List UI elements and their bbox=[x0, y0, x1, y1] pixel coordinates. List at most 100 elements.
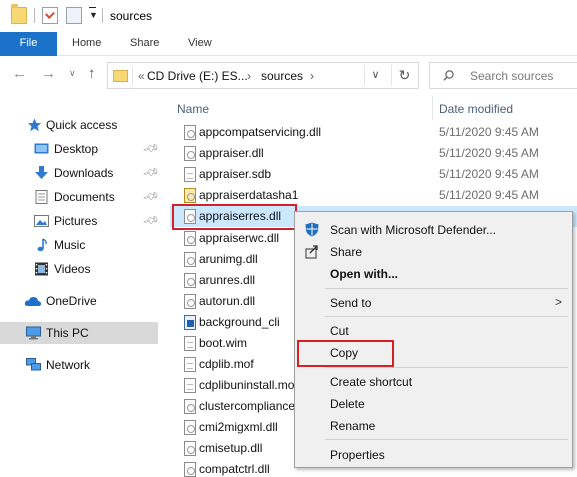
menu-separator bbox=[325, 316, 568, 317]
nav-item-label: Documents bbox=[54, 190, 115, 204]
dll-file-icon bbox=[184, 441, 196, 456]
forward-arrow-icon[interactable]: → bbox=[41, 65, 56, 82]
pin-icon[interactable]: 📌︎ bbox=[142, 187, 161, 205]
menu-item-rename[interactable]: Rename bbox=[297, 415, 570, 436]
file-date: 5/11/2020 9:45 AM bbox=[439, 125, 539, 139]
breadcrumb-separator-icon[interactable]: › bbox=[247, 69, 251, 83]
file-name: appraiser.dll bbox=[199, 146, 264, 160]
menu-item-open-with[interactable]: Open with... bbox=[297, 263, 570, 284]
menu-item-share[interactable]: Share bbox=[297, 241, 570, 262]
menu-item-copy[interactable]: Copy bbox=[297, 342, 570, 363]
menu-item-send-to[interactable]: Send to > bbox=[297, 292, 570, 313]
dll-file-icon bbox=[184, 399, 196, 414]
ribbon-tabs: File Home Share View bbox=[0, 32, 577, 56]
dll-file-icon bbox=[184, 273, 196, 288]
file-name: appcompatservicing.dll bbox=[199, 125, 322, 139]
window-title: sources bbox=[110, 9, 153, 23]
menu-item-scan-defender[interactable]: Scan with Microsoft Defender... bbox=[297, 219, 570, 240]
image-file-icon bbox=[184, 315, 196, 330]
file-icon bbox=[184, 357, 196, 372]
nav-item-this-pc[interactable]: This PC bbox=[0, 322, 158, 344]
recent-locations-chevron-down-icon[interactable]: ∨ bbox=[69, 68, 76, 79]
file-name: cdplib.mof bbox=[199, 357, 254, 371]
dll-file-icon bbox=[184, 420, 196, 435]
column-name[interactable]: Name bbox=[177, 102, 209, 116]
menu-item-label: Copy bbox=[330, 346, 359, 360]
file-row[interactable]: appraiserdatasha1 5/11/2020 9:45 AM bbox=[170, 185, 577, 206]
nav-item-onedrive[interactable]: OneDrive bbox=[0, 290, 158, 312]
dll-file-icon bbox=[184, 252, 196, 267]
nav-item-label: Music bbox=[54, 238, 86, 252]
documents-icon bbox=[35, 190, 48, 204]
search-icon bbox=[443, 70, 454, 81]
address-history-chevron-down-icon[interactable]: ∨ bbox=[364, 65, 386, 86]
nav-item-pictures[interactable]: Pictures 📌︎ bbox=[0, 210, 161, 232]
file-date: 5/11/2020 9:45 AM bbox=[439, 188, 539, 202]
nav-item-music[interactable]: Music bbox=[0, 234, 158, 256]
menu-separator bbox=[325, 288, 568, 289]
breadcrumb-sources[interactable]: sources bbox=[261, 69, 303, 83]
nav-item-documents[interactable]: Documents 📌︎ bbox=[0, 186, 161, 208]
network-icon bbox=[26, 358, 41, 371]
nav-item-quick-access[interactable]: Quick access bbox=[0, 114, 158, 136]
pin-icon[interactable]: 📌︎ bbox=[142, 139, 161, 157]
title-bar: ▼ sources bbox=[0, 0, 577, 32]
breadcrumb-drive[interactable]: CD Drive (E:) ES... bbox=[147, 69, 248, 83]
nav-item-label: Downloads bbox=[54, 166, 114, 180]
tab-share[interactable]: Share bbox=[130, 32, 159, 56]
address-bar[interactable]: « CD Drive (E:) ES... › sources › ∨ ↻ bbox=[107, 62, 419, 89]
new-folder-icon[interactable] bbox=[66, 7, 82, 24]
folder-icon bbox=[113, 70, 128, 82]
nav-item-desktop[interactable]: Desktop 📌︎ bbox=[0, 138, 161, 160]
menu-item-properties[interactable]: Properties bbox=[297, 444, 570, 465]
tab-view[interactable]: View bbox=[188, 32, 212, 56]
nav-item-label: This PC bbox=[46, 326, 89, 340]
nav-item-network[interactable]: Network bbox=[0, 354, 158, 376]
desktop-icon bbox=[34, 143, 49, 154]
back-arrow-icon[interactable]: ← bbox=[12, 65, 27, 82]
defender-shield-icon bbox=[305, 222, 319, 237]
nav-item-label: Pictures bbox=[54, 214, 98, 228]
dll-file-icon bbox=[184, 125, 196, 140]
setup-file-icon bbox=[184, 188, 196, 203]
file-name: appraiser.sdb bbox=[199, 167, 272, 181]
column-divider[interactable] bbox=[432, 96, 433, 120]
search-input[interactable]: Search sources bbox=[470, 69, 553, 83]
dll-file-icon bbox=[184, 294, 196, 309]
folder-icon[interactable] bbox=[11, 4, 27, 24]
menu-item-label: Cut bbox=[330, 324, 349, 338]
menu-item-label: Open with... bbox=[330, 267, 398, 281]
nav-item-videos[interactable]: Videos bbox=[0, 258, 158, 280]
tab-home[interactable]: Home bbox=[72, 32, 101, 56]
breadcrumb-overflow-icon[interactable]: « bbox=[138, 69, 145, 83]
music-note-icon bbox=[37, 238, 47, 252]
menu-item-cut[interactable]: Cut bbox=[297, 320, 570, 341]
menu-item-delete[interactable]: Delete bbox=[297, 393, 570, 414]
dll-file-icon bbox=[184, 146, 196, 161]
column-header: Name Date modified bbox=[158, 93, 577, 121]
menu-item-create-shortcut[interactable]: Create shortcut bbox=[297, 371, 570, 392]
search-box[interactable]: Search sources bbox=[429, 62, 577, 89]
column-date-modified[interactable]: Date modified bbox=[439, 102, 513, 116]
file-name: arunimg.dll bbox=[199, 252, 258, 266]
file-icon bbox=[184, 336, 196, 351]
file-row[interactable]: appcompatservicing.dll 5/11/2020 9:45 AM bbox=[170, 122, 577, 143]
tab-file[interactable]: File bbox=[0, 32, 57, 56]
file-name: clustercompliance bbox=[199, 399, 296, 413]
up-arrow-icon[interactable]: ↑ bbox=[88, 65, 96, 82]
file-name: compatctrl.dll bbox=[199, 462, 270, 476]
file-row[interactable]: appraiser.sdb 5/11/2020 9:45 AM bbox=[170, 164, 577, 185]
refresh-icon[interactable]: ↻ bbox=[391, 65, 417, 86]
customize-toolbar-chevron-down-icon[interactable]: ▼ bbox=[89, 7, 98, 20]
nav-item-label: OneDrive bbox=[46, 294, 97, 308]
properties-icon[interactable] bbox=[42, 7, 58, 24]
pin-icon[interactable]: 📌︎ bbox=[142, 163, 161, 181]
pin-icon[interactable]: 📌︎ bbox=[142, 211, 161, 229]
menu-item-label: Share bbox=[330, 245, 363, 259]
file-row[interactable]: appraiser.dll 5/11/2020 9:45 AM bbox=[170, 143, 577, 164]
menu-item-label: Rename bbox=[330, 419, 376, 433]
nav-item-downloads[interactable]: Downloads 📌︎ bbox=[0, 162, 161, 184]
dll-file-icon bbox=[184, 462, 196, 477]
breadcrumb-separator-icon[interactable]: › bbox=[310, 69, 314, 83]
toolbar-divider bbox=[34, 8, 35, 23]
